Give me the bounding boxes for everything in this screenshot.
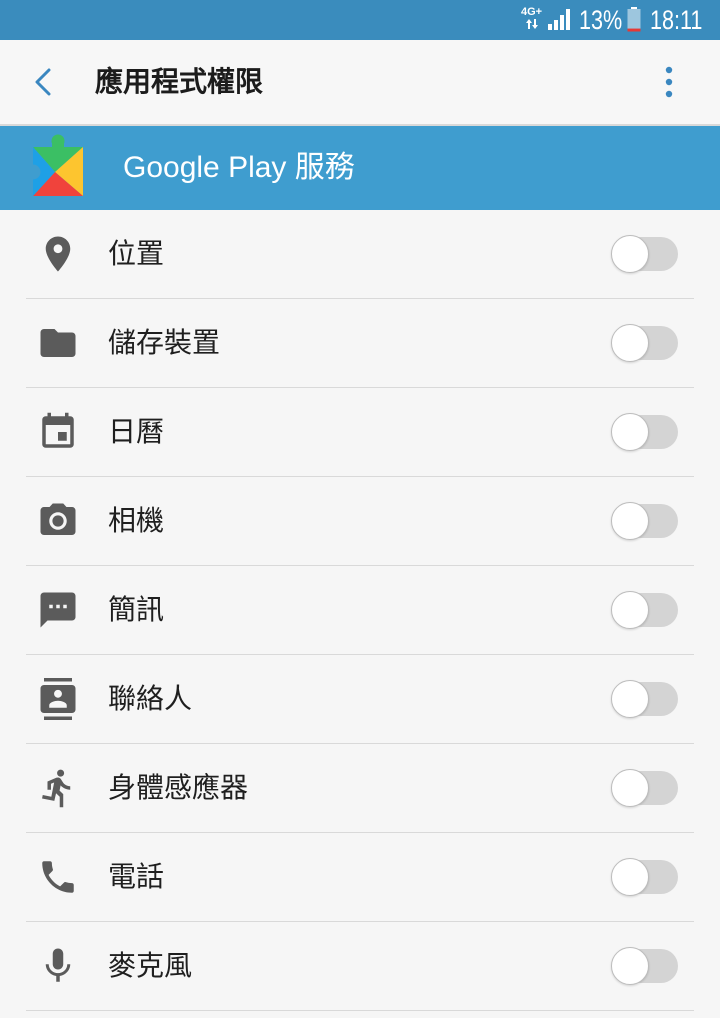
microphone-icon bbox=[45, 948, 71, 982]
permission-label: 聯絡人 bbox=[108, 683, 193, 714]
toggle-thumb bbox=[611, 769, 649, 807]
storage-toggle[interactable] bbox=[611, 324, 678, 362]
permission-list: 位置 儲存裝置 日曆 相機 簡訊 聯絡人 身體感應器 電話 麥克風 bbox=[0, 210, 720, 1011]
network-type: 4G+ bbox=[521, 6, 543, 18]
permission-item-location[interactable]: 位置 bbox=[0, 210, 720, 299]
permission-label: 日曆 bbox=[108, 416, 165, 447]
app-header: Google Play 服務 bbox=[0, 126, 720, 210]
permission-item-camera[interactable]: 相機 bbox=[0, 477, 720, 566]
divider bbox=[26, 1010, 694, 1011]
toggle-thumb bbox=[611, 502, 649, 540]
location-toggle[interactable] bbox=[611, 235, 678, 273]
camera-icon bbox=[40, 503, 76, 535]
permission-item-calendar[interactable]: 日曆 bbox=[0, 388, 720, 477]
toggle-thumb bbox=[611, 680, 649, 718]
battery-icon bbox=[627, 7, 641, 32]
status-bar: 4G+ 13% 18:11 bbox=[0, 0, 720, 40]
toggle-thumb bbox=[611, 591, 649, 629]
permission-label: 電話 bbox=[108, 861, 165, 892]
more-options-button[interactable] bbox=[652, 62, 686, 102]
permission-item-storage[interactable]: 儲存裝置 bbox=[0, 299, 720, 388]
permission-item-microphone[interactable]: 麥克風 bbox=[0, 922, 720, 1011]
toggle-thumb bbox=[611, 413, 649, 451]
permission-item-contacts[interactable]: 聯絡人 bbox=[0, 655, 720, 744]
permission-label: 相機 bbox=[108, 505, 165, 536]
running-icon bbox=[42, 769, 71, 808]
permission-item-phone[interactable]: 電話 bbox=[0, 833, 720, 922]
toggle-thumb bbox=[611, 947, 649, 985]
phone-toggle[interactable] bbox=[611, 858, 678, 896]
permission-item-sms[interactable]: 簡訊 bbox=[0, 566, 720, 655]
permission-label: 麥克風 bbox=[108, 950, 193, 981]
calendar-icon bbox=[42, 412, 74, 448]
action-bar: 應用程式權限 bbox=[0, 40, 720, 124]
google-play-services-icon bbox=[33, 134, 83, 196]
calendar-toggle[interactable] bbox=[611, 413, 678, 451]
permission-label: 簡訊 bbox=[108, 594, 165, 625]
toggle-thumb bbox=[611, 235, 649, 273]
permission-label: 位置 bbox=[108, 238, 165, 269]
location-icon bbox=[45, 236, 71, 272]
permission-item-body-sensors[interactable]: 身體感應器 bbox=[0, 744, 720, 833]
phone-icon bbox=[42, 861, 74, 893]
battery-fill bbox=[627, 28, 641, 32]
app-name: Google Play 服務 bbox=[123, 151, 355, 184]
back-button[interactable] bbox=[26, 62, 60, 102]
contacts-icon bbox=[40, 678, 76, 720]
microphone-toggle[interactable] bbox=[611, 947, 678, 985]
battery-percent: 13% bbox=[579, 5, 623, 35]
permission-label: 儲存裝置 bbox=[108, 327, 221, 358]
clock: 18:11 bbox=[650, 5, 703, 35]
toggle-thumb bbox=[611, 858, 649, 896]
sms-toggle[interactable] bbox=[611, 591, 678, 629]
folder-icon bbox=[40, 329, 76, 357]
page-title: 應用程式權限 bbox=[95, 66, 264, 97]
permission-label: 身體感應器 bbox=[108, 772, 249, 803]
back-icon bbox=[35, 68, 51, 96]
contacts-toggle[interactable] bbox=[611, 680, 678, 718]
body-sensors-toggle[interactable] bbox=[611, 769, 678, 807]
signal-icon bbox=[548, 9, 570, 30]
more-vert-icon bbox=[665, 66, 673, 98]
sms-icon bbox=[40, 592, 76, 628]
data-activity-icon bbox=[526, 19, 538, 29]
camera-toggle[interactable] bbox=[611, 502, 678, 540]
toggle-thumb bbox=[611, 324, 649, 362]
